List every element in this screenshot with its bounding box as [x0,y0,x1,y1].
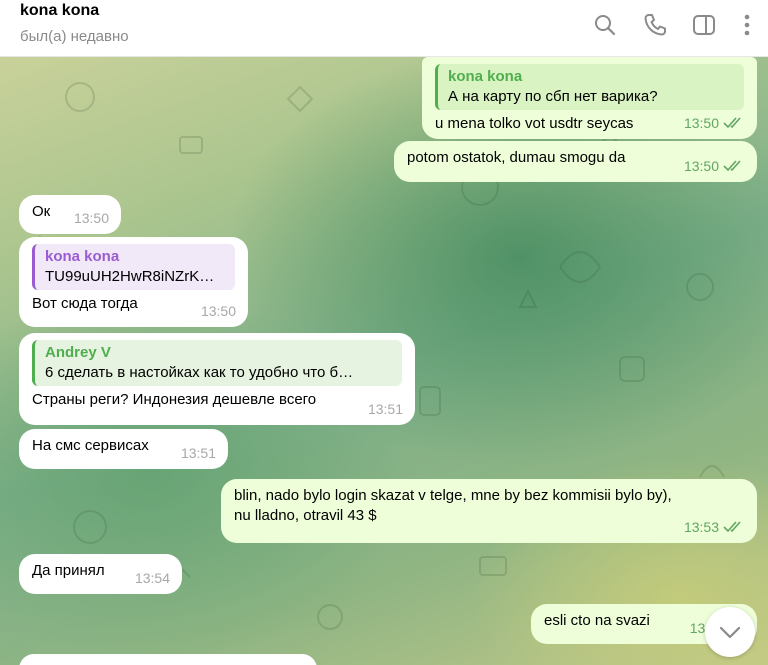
message-bubble[interactable]: blin, nado bylo login skazat v telge, mn… [221,479,757,543]
reply-quote[interactable]: kona kona А на карту по сбп нет варика? [435,64,744,110]
message-meta: 13:50 [684,156,745,176]
message-time: 13:51 [367,401,403,417]
chat-header: kona kona был(а) недавно [0,0,768,57]
search-icon[interactable] [592,12,618,38]
message-meta: 13:53 [684,517,745,537]
message-meta: 13:51 [368,399,403,419]
phone-icon[interactable] [642,12,668,38]
message-bubble[interactable]: kona kona TU99uUH2HwR8iNZrK… Вот сюда то… [19,237,248,327]
message-bubble[interactable]: Ок 13:50 [19,195,121,234]
scroll-to-bottom-button[interactable] [705,607,755,657]
message-bubble[interactable]: Andrey V 6 сделать в настойках как то уд… [19,333,415,425]
message-time: 13:53 [683,519,719,535]
reply-author: Andrey V [45,344,111,361]
message-bubble[interactable]: potom ostatok, dumau smogu da 13:50 [394,141,757,182]
message-time: 13:50 [683,158,719,174]
reply-quote[interactable]: Andrey V 6 сделать в настойках как то уд… [32,340,402,386]
reply-author: kona kona [448,68,523,85]
message-meta: 13:50 [684,113,745,133]
reply-text: 6 сделать в настойках как то удобно что … [45,364,354,381]
more-icon[interactable] [734,12,760,38]
reply-text: TU99uUH2HwR8iNZrK… [45,268,215,285]
message-text: Страны реги? Индонезия дешевле всего [32,391,317,408]
message-meta: 13:54 [135,568,170,588]
message-time: 13:50 [683,115,719,131]
reply-author: kona kona [45,248,120,265]
message-bubble[interactable]: kona kona А на карту по сбп нет варика? … [422,57,757,139]
message-bubble-partial[interactable] [19,654,317,665]
double-check-icon [723,117,741,129]
chat-area[interactable]: kona kona А на карту по сбп нет варика? … [0,57,768,665]
message-meta: 13:51 [181,443,216,463]
message-time: 13:50 [200,303,236,319]
reply-quote[interactable]: kona kona TU99uUH2HwR8iNZrK… [32,244,235,290]
message-meta: 13:50 [201,301,236,321]
chevron-down-icon [719,626,741,639]
message-bubble[interactable]: На смс сервисах 13:51 [19,429,228,469]
double-check-icon [723,521,741,533]
message-text-line: nu lladno, otravil 43 $ [234,507,377,524]
chat-title[interactable]: kona kona [20,2,99,20]
chat-status: был(а) недавно [20,28,129,45]
message-time: 13:50 [73,210,109,226]
message-time: 13:51 [180,445,216,461]
double-check-icon [723,160,741,172]
message-meta: 13:50 [74,208,109,228]
reply-text: А на карту по сбп нет варика? [448,88,658,105]
message-text-line: blin, nado bylo login skazat v telge, mn… [234,487,672,504]
message-time: 13:54 [134,570,170,586]
sidebar-icon[interactable] [691,12,717,38]
message-bubble[interactable]: Да принял 13:54 [19,554,182,594]
